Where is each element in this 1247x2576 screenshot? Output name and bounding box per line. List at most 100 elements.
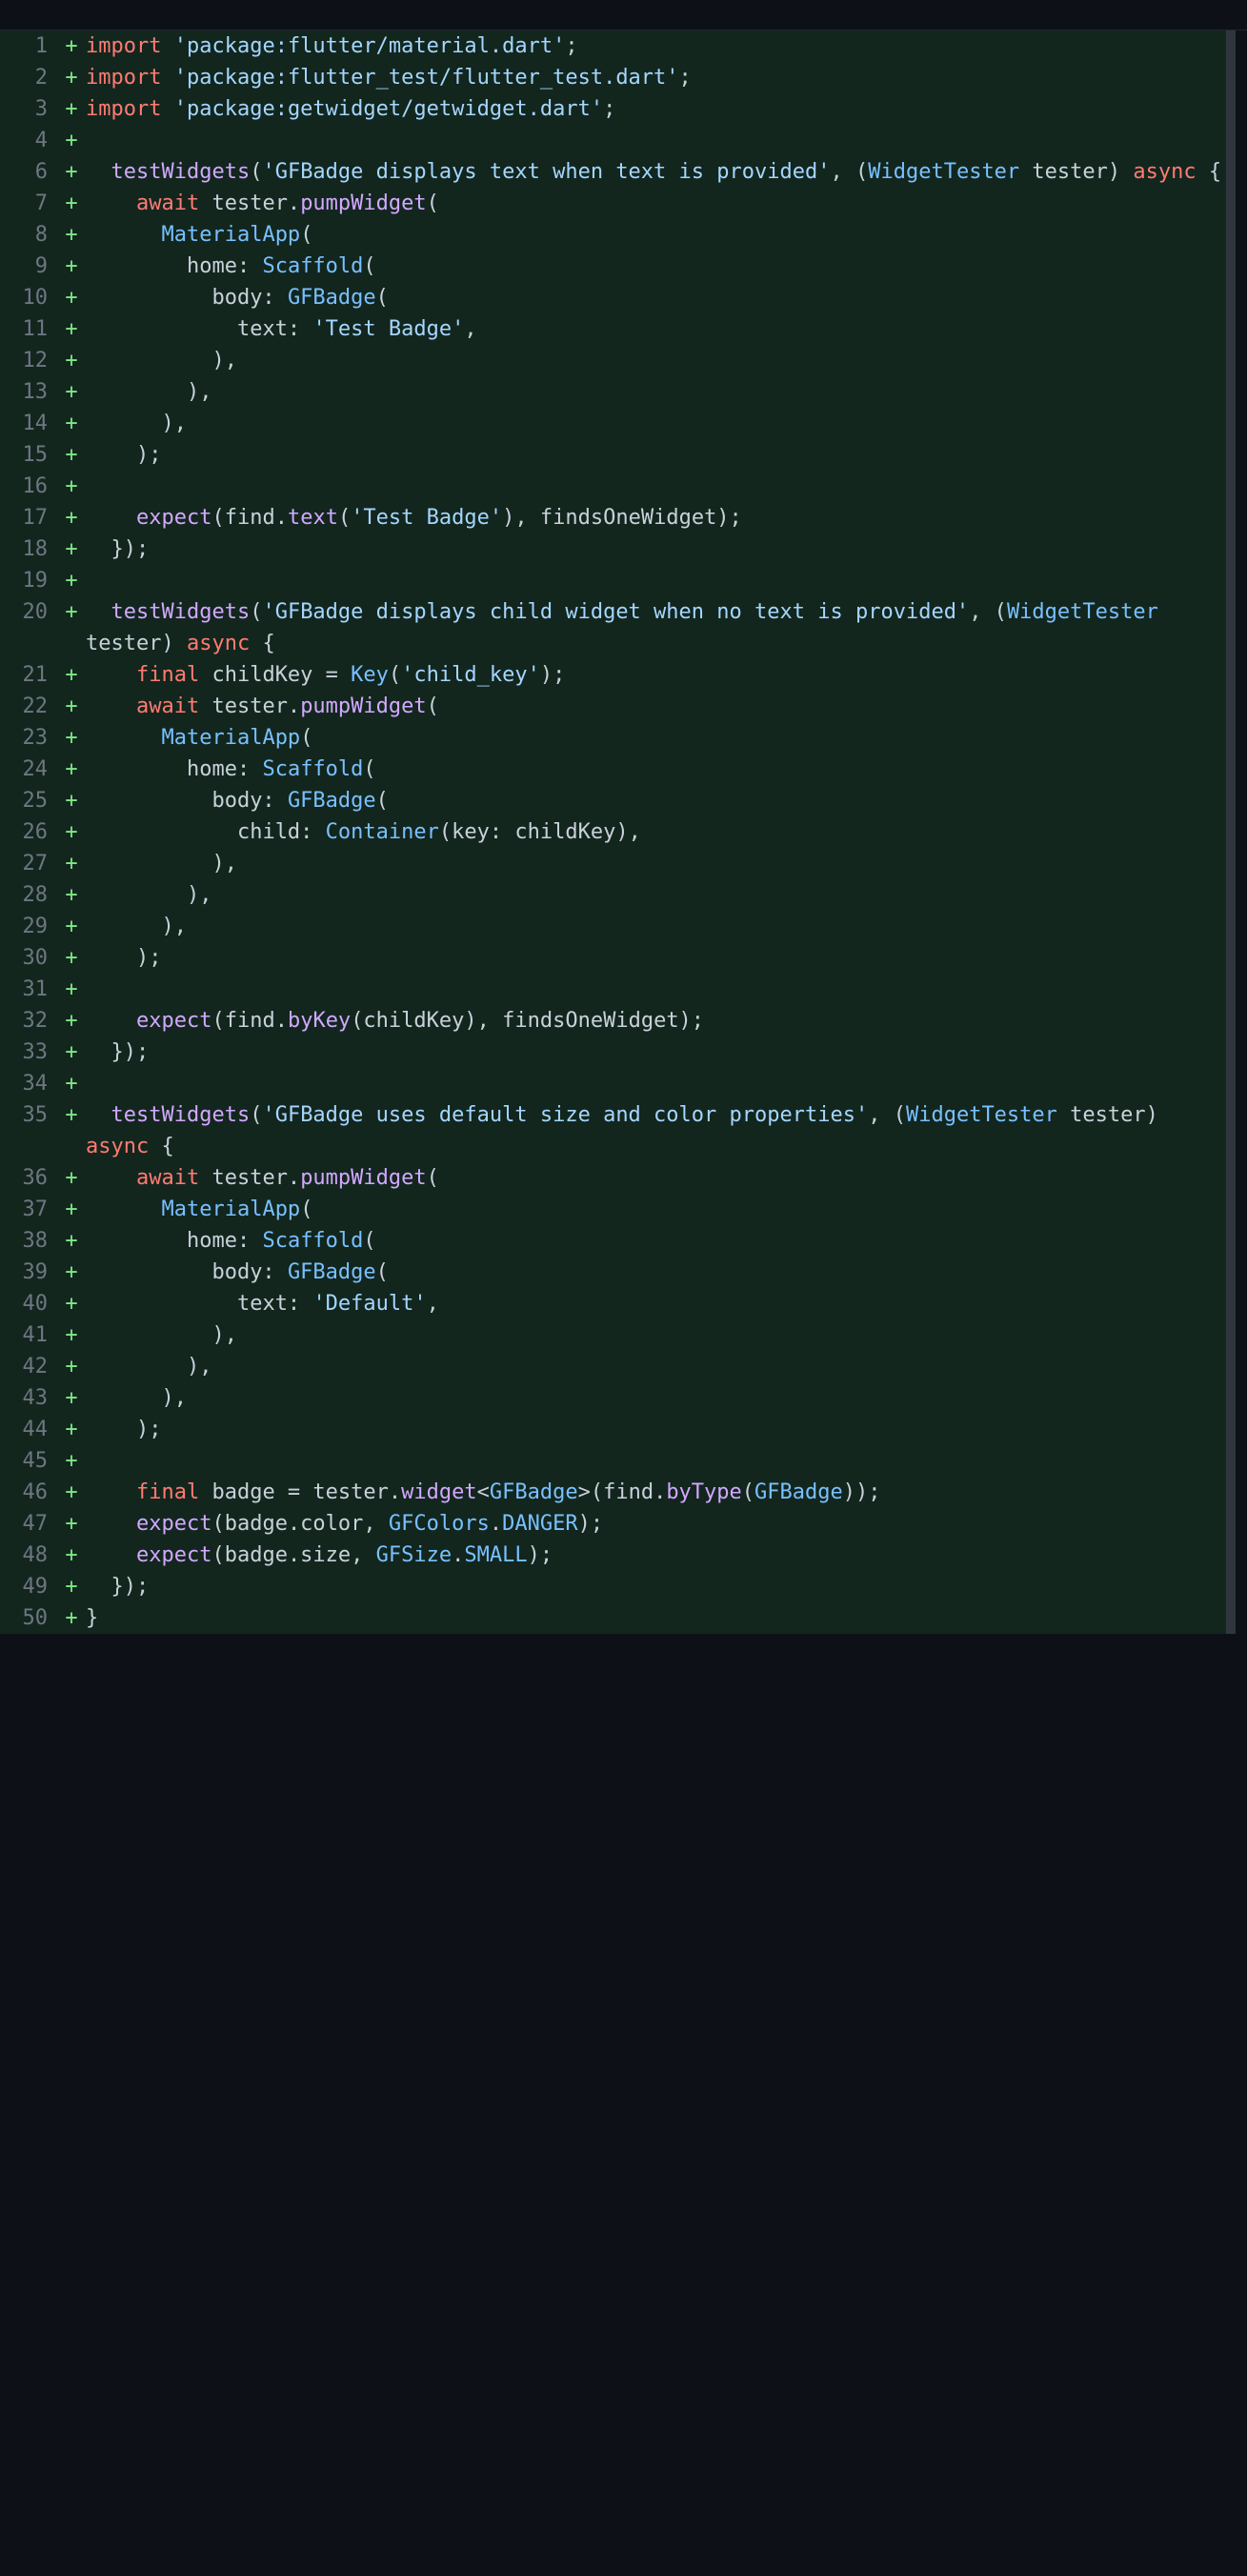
code-line[interactable]: 33+ }); — [0, 1036, 1226, 1068]
diff-marker: + — [59, 659, 84, 691]
diff-marker: + — [59, 282, 84, 313]
diff-marker: + — [59, 533, 84, 565]
line-number: 18 — [0, 533, 59, 565]
diff-marker: + — [59, 1194, 84, 1225]
code-line[interactable]: 43+ ), — [0, 1382, 1226, 1414]
code-line[interactable]: 47+ expect(badge.color, GFColors.DANGER)… — [0, 1508, 1226, 1540]
line-number: 25 — [0, 785, 59, 816]
code-line[interactable]: 41+ ), — [0, 1319, 1226, 1351]
code-line[interactable]: 8+ MaterialApp( — [0, 219, 1226, 251]
code-line[interactable]: 20+ testWidgets('GFBadge displays child … — [0, 596, 1226, 659]
line-number: 26 — [0, 816, 59, 848]
code-content: await tester.pumpWidget( — [84, 691, 1226, 722]
code-content: home: Scaffold( — [84, 754, 1226, 785]
line-number: 7 — [0, 188, 59, 219]
code-line[interactable]: 6+ testWidgets('GFBadge displays text wh… — [0, 156, 1226, 188]
code-content: body: GFBadge( — [84, 1257, 1226, 1288]
code-line[interactable]: 44+ ); — [0, 1414, 1226, 1445]
code-line[interactable]: 18+ }); — [0, 533, 1226, 565]
diff-marker: + — [59, 62, 84, 93]
code-line[interactable]: 17+ expect(find.text('Test Badge'), find… — [0, 502, 1226, 533]
code-line[interactable]: 16+ — [0, 471, 1226, 502]
code-line[interactable]: 24+ home: Scaffold( — [0, 754, 1226, 785]
line-number: 34 — [0, 1068, 59, 1099]
code-line[interactable]: 30+ ); — [0, 942, 1226, 974]
code-line[interactable]: 36+ await tester.pumpWidget( — [0, 1162, 1226, 1194]
code-content: ), — [84, 345, 1226, 376]
code-line[interactable]: 26+ child: Container(key: childKey), — [0, 816, 1226, 848]
code-line[interactable]: 11+ text: 'Test Badge', — [0, 313, 1226, 345]
code-line[interactable]: 2+import 'package:flutter_test/flutter_t… — [0, 62, 1226, 93]
diff-marker: + — [59, 439, 84, 471]
code-line[interactable]: 39+ body: GFBadge( — [0, 1257, 1226, 1288]
line-number: 2 — [0, 62, 59, 93]
diff-marker: + — [59, 1508, 84, 1540]
code-content: await tester.pumpWidget( — [84, 188, 1226, 219]
code-content: text: 'Test Badge', — [84, 313, 1226, 345]
line-number: 10 — [0, 282, 59, 313]
code-line[interactable]: 14+ ), — [0, 408, 1226, 439]
line-number: 19 — [0, 565, 59, 596]
code-line[interactable]: 38+ home: Scaffold( — [0, 1225, 1226, 1257]
code-line[interactable]: 49+ }); — [0, 1571, 1226, 1602]
code-line[interactable]: 34+ — [0, 1068, 1226, 1099]
code-line[interactable]: 10+ body: GFBadge( — [0, 282, 1226, 313]
code-content: }); — [84, 1571, 1226, 1602]
code-line[interactable]: 9+ home: Scaffold( — [0, 251, 1226, 282]
diff-marker: + — [59, 911, 84, 942]
line-number: 32 — [0, 1005, 59, 1036]
code-content: MaterialApp( — [84, 722, 1226, 754]
code-content: MaterialApp( — [84, 1194, 1226, 1225]
diff-marker: + — [59, 1257, 84, 1288]
code-line[interactable]: 50+} — [0, 1602, 1226, 1634]
diff-marker: + — [59, 30, 84, 62]
code-content: ), — [84, 376, 1226, 408]
code-line[interactable]: 35+ testWidgets('GFBadge uses default si… — [0, 1099, 1226, 1162]
code-content — [84, 125, 1226, 156]
diff-marker: + — [59, 313, 84, 345]
code-line[interactable]: 1+import 'package:flutter/material.dart'… — [0, 30, 1226, 62]
code-line[interactable]: 29+ ), — [0, 911, 1226, 942]
code-line[interactable]: 40+ text: 'Default', — [0, 1288, 1226, 1319]
diff-marker: + — [59, 1414, 84, 1445]
code-line[interactable]: 7+ await tester.pumpWidget( — [0, 188, 1226, 219]
code-line[interactable]: 42+ ), — [0, 1351, 1226, 1382]
code-content: expect(find.text('Test Badge'), findsOne… — [84, 502, 1226, 533]
code-line[interactable]: 46+ final badge = tester.widget<GFBadge>… — [0, 1477, 1226, 1508]
code-content: MaterialApp( — [84, 219, 1226, 251]
line-number: 39 — [0, 1257, 59, 1288]
code-line[interactable]: 45+ — [0, 1445, 1226, 1477]
code-line[interactable]: 32+ expect(find.byKey(childKey), findsOn… — [0, 1005, 1226, 1036]
diff-marker: + — [59, 188, 84, 219]
code-content: testWidgets('GFBadge displays text when … — [84, 156, 1226, 188]
code-line[interactable]: 23+ MaterialApp( — [0, 722, 1226, 754]
code-line[interactable]: 31+ — [0, 974, 1226, 1005]
code-line[interactable]: 19+ — [0, 565, 1226, 596]
code-line[interactable]: 37+ MaterialApp( — [0, 1194, 1226, 1225]
code-content: expect(badge.color, GFColors.DANGER); — [84, 1508, 1226, 1540]
line-number: 42 — [0, 1351, 59, 1382]
line-number: 27 — [0, 848, 59, 879]
code-line[interactable]: 3+import 'package:getwidget/getwidget.da… — [0, 93, 1226, 125]
code-line[interactable]: 13+ ), — [0, 376, 1226, 408]
diff-marker: + — [59, 471, 84, 502]
code-line[interactable]: 12+ ), — [0, 345, 1226, 376]
diff-view: 1+import 'package:flutter/material.dart'… — [0, 30, 1236, 1634]
line-number: 30 — [0, 942, 59, 974]
code-line[interactable]: 48+ expect(badge.size, GFSize.SMALL); — [0, 1540, 1226, 1571]
diff-marker: + — [59, 345, 84, 376]
code-content: final childKey = Key('child_key'); — [84, 659, 1226, 691]
code-line[interactable]: 15+ ); — [0, 439, 1226, 471]
code-line[interactable]: 27+ ), — [0, 848, 1226, 879]
code-content: text: 'Default', — [84, 1288, 1226, 1319]
code-content: import 'package:flutter_test/flutter_tes… — [84, 62, 1226, 93]
diff-marker: + — [59, 1068, 84, 1099]
code-content: await tester.pumpWidget( — [84, 1162, 1226, 1194]
code-line[interactable]: 4+ — [0, 125, 1226, 156]
diff-marker: + — [59, 251, 84, 282]
code-line[interactable]: 21+ final childKey = Key('child_key'); — [0, 659, 1226, 691]
code-line[interactable]: 22+ await tester.pumpWidget( — [0, 691, 1226, 722]
line-number: 3 — [0, 93, 59, 125]
code-line[interactable]: 28+ ), — [0, 879, 1226, 911]
code-line[interactable]: 25+ body: GFBadge( — [0, 785, 1226, 816]
